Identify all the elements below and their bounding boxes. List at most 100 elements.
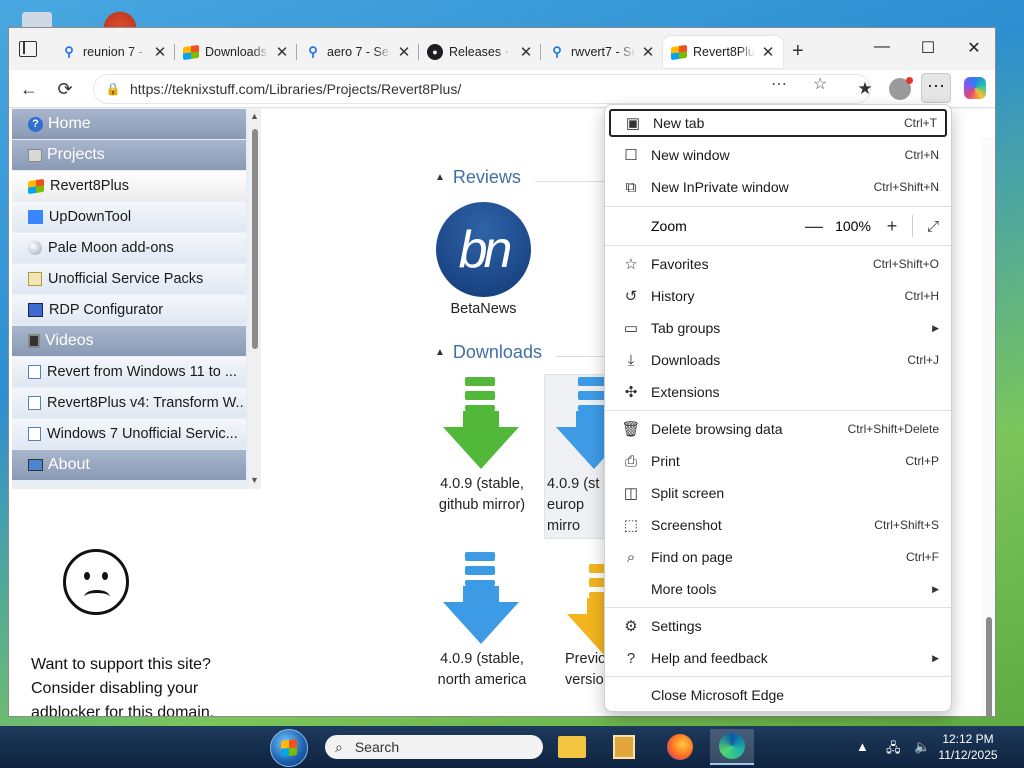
betanews-logo[interactable]: bn — [436, 202, 531, 297]
download-label[interactable]: 4.0.9 (stable, github mirror) — [427, 474, 537, 516]
sidebar-heading-videos[interactable]: Videos — [12, 326, 246, 356]
sidebar-item-service-packs[interactable]: Unofficial Service Packs — [12, 264, 246, 294]
favorites-icon[interactable]: ★ — [853, 79, 877, 99]
menu-item-delete-browsing-data[interactable]: 🗑 Delete browsing data Ctrl+Shift+Delete — [609, 415, 947, 443]
address-bar[interactable]: 🔒 https://teknixstuff.com/Libraries/Proj… — [93, 74, 871, 104]
menu-item-new-tab[interactable]: ▣ New tab Ctrl+T — [609, 109, 947, 137]
search-icon: ⌕ — [335, 738, 343, 755]
betanews-label[interactable]: BetaNews — [436, 299, 531, 320]
url-text[interactable]: https://teknixstuff.com/Libraries/Projec… — [130, 81, 461, 97]
maximize-button[interactable]: ☐ — [913, 38, 943, 58]
sidebar-item-pale-moon[interactable]: Pale Moon add-ons — [12, 233, 246, 263]
sidebar-item-label: About — [48, 456, 90, 473]
sidebar-item-updowntool[interactable]: UpDownTool — [12, 202, 246, 232]
new-tab-icon: ▣ — [625, 115, 641, 132]
settings-and-more-button[interactable]: ⋯ — [921, 73, 951, 103]
refresh-button[interactable]: ⟳ — [53, 78, 77, 100]
menu-item-more-tools[interactable]: More tools ▶ — [609, 575, 947, 603]
clock[interactable]: 12:12 PM 11/12/2025 — [938, 731, 998, 763]
taskbar-search[interactable]: ⌕ Search — [325, 735, 543, 759]
sidebar-item-about[interactable]: About — [12, 450, 246, 480]
scrollbar-thumb[interactable] — [986, 617, 992, 716]
sidebar-heading-projects[interactable]: Projects — [12, 140, 246, 170]
tab-active[interactable]: Revert8Plus ✕ — [663, 36, 783, 68]
download-arrow-icon[interactable] — [441, 377, 521, 469]
edge-button[interactable] — [710, 729, 754, 765]
file-explorer-button[interactable] — [550, 729, 594, 765]
menu-item-label: Help and feedback — [651, 650, 768, 666]
menu-separator — [605, 676, 951, 677]
close-icon[interactable]: ✕ — [397, 43, 411, 61]
firefox-button[interactable] — [658, 729, 702, 765]
minimize-button[interactable]: — — [867, 38, 897, 56]
reading-mode-icon[interactable]: ⋯ — [771, 74, 787, 94]
favorite-star-icon[interactable]: ☆ — [813, 74, 827, 94]
close-icon[interactable]: ✕ — [519, 43, 533, 61]
menu-item-print[interactable]: ⎙ Print Ctrl+P — [609, 447, 947, 475]
sidebar-item-video[interactable]: Revert from Windows 11 to ... — [12, 357, 246, 387]
tab[interactable]: ⚲ rwvert7 - Sea ✕ — [541, 36, 663, 68]
tab[interactable]: Downloads ✕ — [175, 36, 297, 68]
menu-item-extensions[interactable]: ✣ Extensions — [609, 378, 947, 406]
tab[interactable]: ⚲ aero 7 - Sear ✕ — [297, 36, 419, 68]
inprivate-icon: ⧉ — [625, 178, 637, 196]
video-page-icon — [28, 427, 41, 441]
menu-item-settings[interactable]: ⚙ Settings — [609, 612, 947, 640]
close-icon[interactable]: ✕ — [275, 43, 289, 61]
notification-dot — [906, 77, 913, 84]
sidebar-item-home[interactable]: ? Home — [12, 109, 246, 139]
sidebar-item-rdp-configurator[interactable]: RDP Configurator — [12, 295, 246, 325]
reviews-heading[interactable]: ▲ Reviews — [435, 167, 521, 188]
menu-item-tab-groups[interactable]: ▭ Tab groups ▶ — [609, 314, 947, 342]
trash-icon: 🗑 — [621, 421, 641, 438]
menu-item-history[interactable]: ↺ History Ctrl+H — [609, 282, 947, 310]
sidebar-item-revert8plus[interactable]: Revert8Plus — [12, 171, 246, 201]
sidebar-item-label: Unofficial Service Packs — [48, 271, 204, 287]
fullscreen-icon[interactable]: ⤢ — [919, 218, 947, 235]
menu-item-split-screen[interactable]: ◫ Split screen — [609, 479, 947, 507]
scrollbar-thumb[interactable] — [252, 129, 258, 349]
copilot-icon[interactable] — [964, 77, 986, 99]
chevron-up-icon[interactable]: ▲ — [856, 739, 869, 754]
menu-item-help-feedback[interactable]: ? Help and feedback ▶ — [609, 644, 947, 672]
back-button[interactable]: ← — [17, 78, 41, 100]
close-icon[interactable]: ✕ — [153, 43, 167, 61]
menu-item-new-window[interactable]: ☐ New window Ctrl+N — [609, 141, 947, 169]
menu-item-favorites[interactable]: ☆ Favorites Ctrl+Shift+O — [609, 250, 947, 278]
menu-item-shortcut: Ctrl+J — [907, 353, 939, 367]
menu-item-close-edge[interactable]: Close Microsoft Edge — [609, 681, 947, 709]
sidebar-scrollbar[interactable]: ▲ ▼ — [249, 109, 261, 489]
downloads-heading[interactable]: ▲ Downloads — [435, 342, 542, 363]
network-icon[interactable]: 🖧 — [886, 739, 901, 761]
close-window-button[interactable]: ✕ — [959, 38, 989, 58]
zoom-out-button[interactable]: — — [800, 216, 828, 237]
scroll-down-icon[interactable]: ▼ — [250, 475, 259, 485]
tab-actions-icon[interactable] — [19, 41, 37, 57]
page-scrollbar[interactable] — [981, 137, 995, 716]
tab[interactable]: ● Releases · L ✕ — [419, 36, 541, 68]
tab[interactable]: ⚲ reunion 7 - S ✕ — [53, 36, 175, 68]
sidebar-item-video[interactable]: Revert8Plus v4: Transform W... — [12, 388, 246, 418]
download-label[interactable]: Previo versio — [565, 649, 607, 691]
menu-item-downloads[interactable]: ⤓ Downloads Ctrl+J — [609, 346, 947, 374]
download-arrow-icon[interactable] — [441, 552, 521, 644]
volume-icon[interactable]: 🔈 — [914, 739, 930, 755]
lock-icon[interactable]: 🔒 — [102, 82, 124, 96]
download-label[interactable]: 4.0.9 (stable, north america — [427, 649, 537, 691]
scroll-up-icon[interactable]: ▲ — [250, 111, 259, 121]
zoom-in-button[interactable]: + — [878, 216, 906, 237]
menu-item-shortcut: Ctrl+N — [904, 148, 939, 162]
menu-item-inprivate[interactable]: ⧉ New InPrivate window Ctrl+Shift+N — [609, 173, 947, 201]
new-tab-button[interactable]: + — [792, 40, 804, 63]
menu-item-find-on-page[interactable]: ⌕ Find on page Ctrl+F — [609, 543, 947, 571]
start-button[interactable] — [270, 729, 308, 767]
close-icon[interactable]: ✕ — [761, 43, 775, 61]
media-player-button[interactable] — [602, 729, 646, 765]
menu-item-shortcut: Ctrl+Shift+O — [872, 257, 939, 271]
search-icon: ⚲ — [308, 44, 318, 59]
close-icon[interactable]: ✕ — [641, 43, 655, 61]
download-label[interactable]: 4.0.9 (st europ mirro — [547, 474, 605, 537]
menu-item-screenshot[interactable]: ⬚ Screenshot Ctrl+Shift+S — [609, 511, 947, 539]
menu-item-label: History — [651, 288, 695, 304]
sidebar-item-video[interactable]: Windows 7 Unofficial Servic... — [12, 419, 246, 449]
